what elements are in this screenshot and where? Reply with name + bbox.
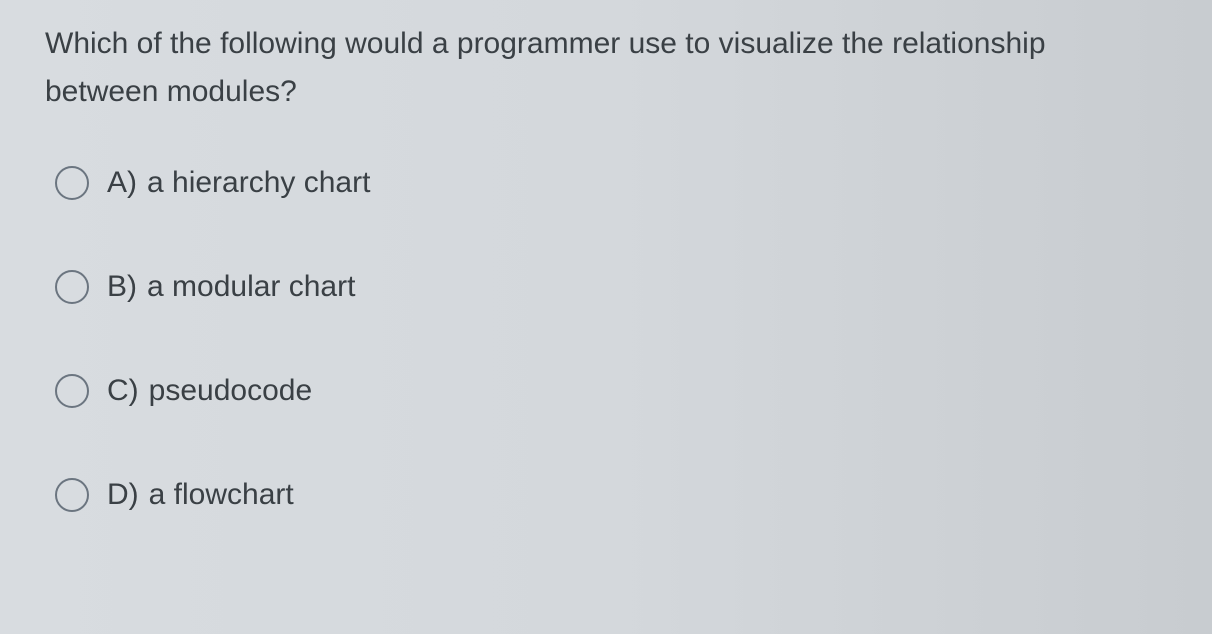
radio-button-b[interactable]	[55, 270, 89, 304]
radio-button-d[interactable]	[55, 478, 89, 512]
option-d[interactable]: D) a flowchart	[55, 478, 1167, 512]
option-letter: D)	[107, 478, 139, 512]
option-letter: A)	[107, 166, 137, 200]
option-a[interactable]: A) a hierarchy chart	[55, 166, 1167, 200]
option-letter: C)	[107, 374, 139, 408]
option-text: pseudocode	[149, 374, 312, 408]
option-b[interactable]: B) a modular chart	[55, 270, 1167, 304]
question-text: Which of the following would a programme…	[45, 20, 1167, 116]
option-text: a modular chart	[147, 270, 355, 304]
option-c[interactable]: C) pseudocode	[55, 374, 1167, 408]
option-text: a hierarchy chart	[147, 166, 370, 200]
options-container: A) a hierarchy chart B) a modular chart …	[45, 166, 1167, 512]
option-letter: B)	[107, 270, 137, 304]
option-text: a flowchart	[149, 478, 294, 512]
radio-button-a[interactable]	[55, 166, 89, 200]
radio-button-c[interactable]	[55, 374, 89, 408]
